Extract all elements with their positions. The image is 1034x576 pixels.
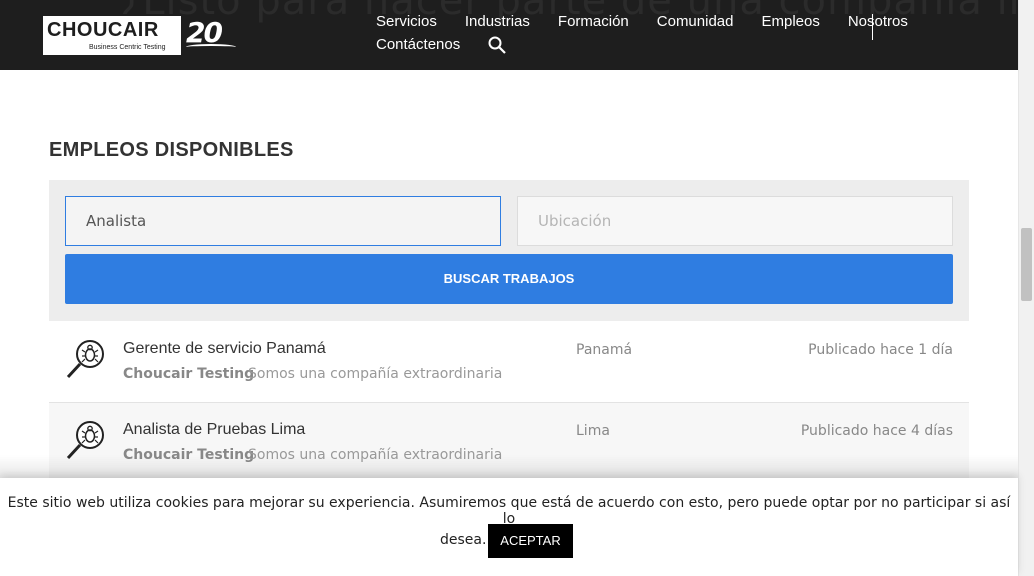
nav-item-contactenos[interactable]: Contáctenos bbox=[376, 36, 460, 53]
search-jobs-button[interactable]: BUSCAR TRABAJOS bbox=[65, 254, 953, 304]
nav-item-industrias[interactable]: Industrias bbox=[465, 13, 530, 30]
cookie-consent-bar: Este sitio web utiliza cookies para mejo… bbox=[0, 478, 1018, 576]
nav-item-servicios[interactable]: Servicios bbox=[376, 13, 437, 30]
accept-cookies-button[interactable]: ACEPTAR bbox=[488, 524, 573, 558]
section-title: EMPLEOS DISPONIBLES bbox=[49, 139, 294, 161]
cookie-message: Este sitio web utiliza cookies para mejo… bbox=[7, 495, 1011, 527]
cookie-message-end: desea. bbox=[440, 532, 487, 548]
nav-item-comunidad[interactable]: Comunidad bbox=[657, 13, 734, 30]
choucair-logo[interactable]: CHOUCAIR Business Centric Testing bbox=[41, 14, 183, 57]
job-company: Choucair Testing bbox=[123, 366, 255, 382]
logo-tagline: Business Centric Testing bbox=[89, 44, 166, 51]
nav-row-2: Contáctenos bbox=[376, 33, 936, 56]
page: ¿Listo para hacer parte de una compañía … bbox=[0, 0, 1034, 576]
nav-item-formacion[interactable]: Formación bbox=[558, 13, 629, 30]
location-input[interactable] bbox=[517, 196, 953, 246]
logo-wordmark: CHOUCAIR bbox=[47, 19, 159, 41]
keyword-input[interactable] bbox=[65, 196, 501, 246]
nav-row-1: Servicios Industrias Formación Comunidad… bbox=[376, 10, 936, 33]
job-title[interactable]: Gerente de servicio Panamá bbox=[123, 340, 326, 358]
job-posted-date: Publicado hace 1 día bbox=[808, 342, 953, 358]
bug-magnifier-icon bbox=[63, 336, 109, 382]
page-scrollbar[interactable] bbox=[1018, 0, 1034, 576]
job-location: Panamá bbox=[576, 342, 633, 358]
job-tagline: Somos una compañía extraordinaria bbox=[248, 366, 503, 382]
job-listing[interactable]: Gerente de servicio Panamá Choucair Test… bbox=[49, 322, 969, 403]
anniversary-swoosh-icon bbox=[186, 44, 236, 50]
nav-item-nosotros[interactable]: Nosotros bbox=[848, 13, 908, 30]
text-cursor bbox=[872, 14, 873, 40]
site-header: ¿Listo para hacer parte de una compañía … bbox=[0, 0, 1018, 70]
search-icon[interactable] bbox=[488, 36, 507, 54]
job-posted-date: Publicado hace 4 días bbox=[800, 423, 953, 439]
nav-item-empleos[interactable]: Empleos bbox=[761, 13, 819, 30]
job-search-panel: BUSCAR TRABAJOS bbox=[49, 180, 969, 321]
scrollbar-thumb[interactable] bbox=[1021, 228, 1032, 301]
job-title[interactable]: Analista de Pruebas Lima bbox=[123, 421, 305, 439]
job-location: Lima bbox=[576, 423, 610, 439]
cookie-bar-shadow bbox=[0, 455, 1018, 480]
main-nav: Servicios Industrias Formación Comunidad… bbox=[376, 10, 936, 56]
